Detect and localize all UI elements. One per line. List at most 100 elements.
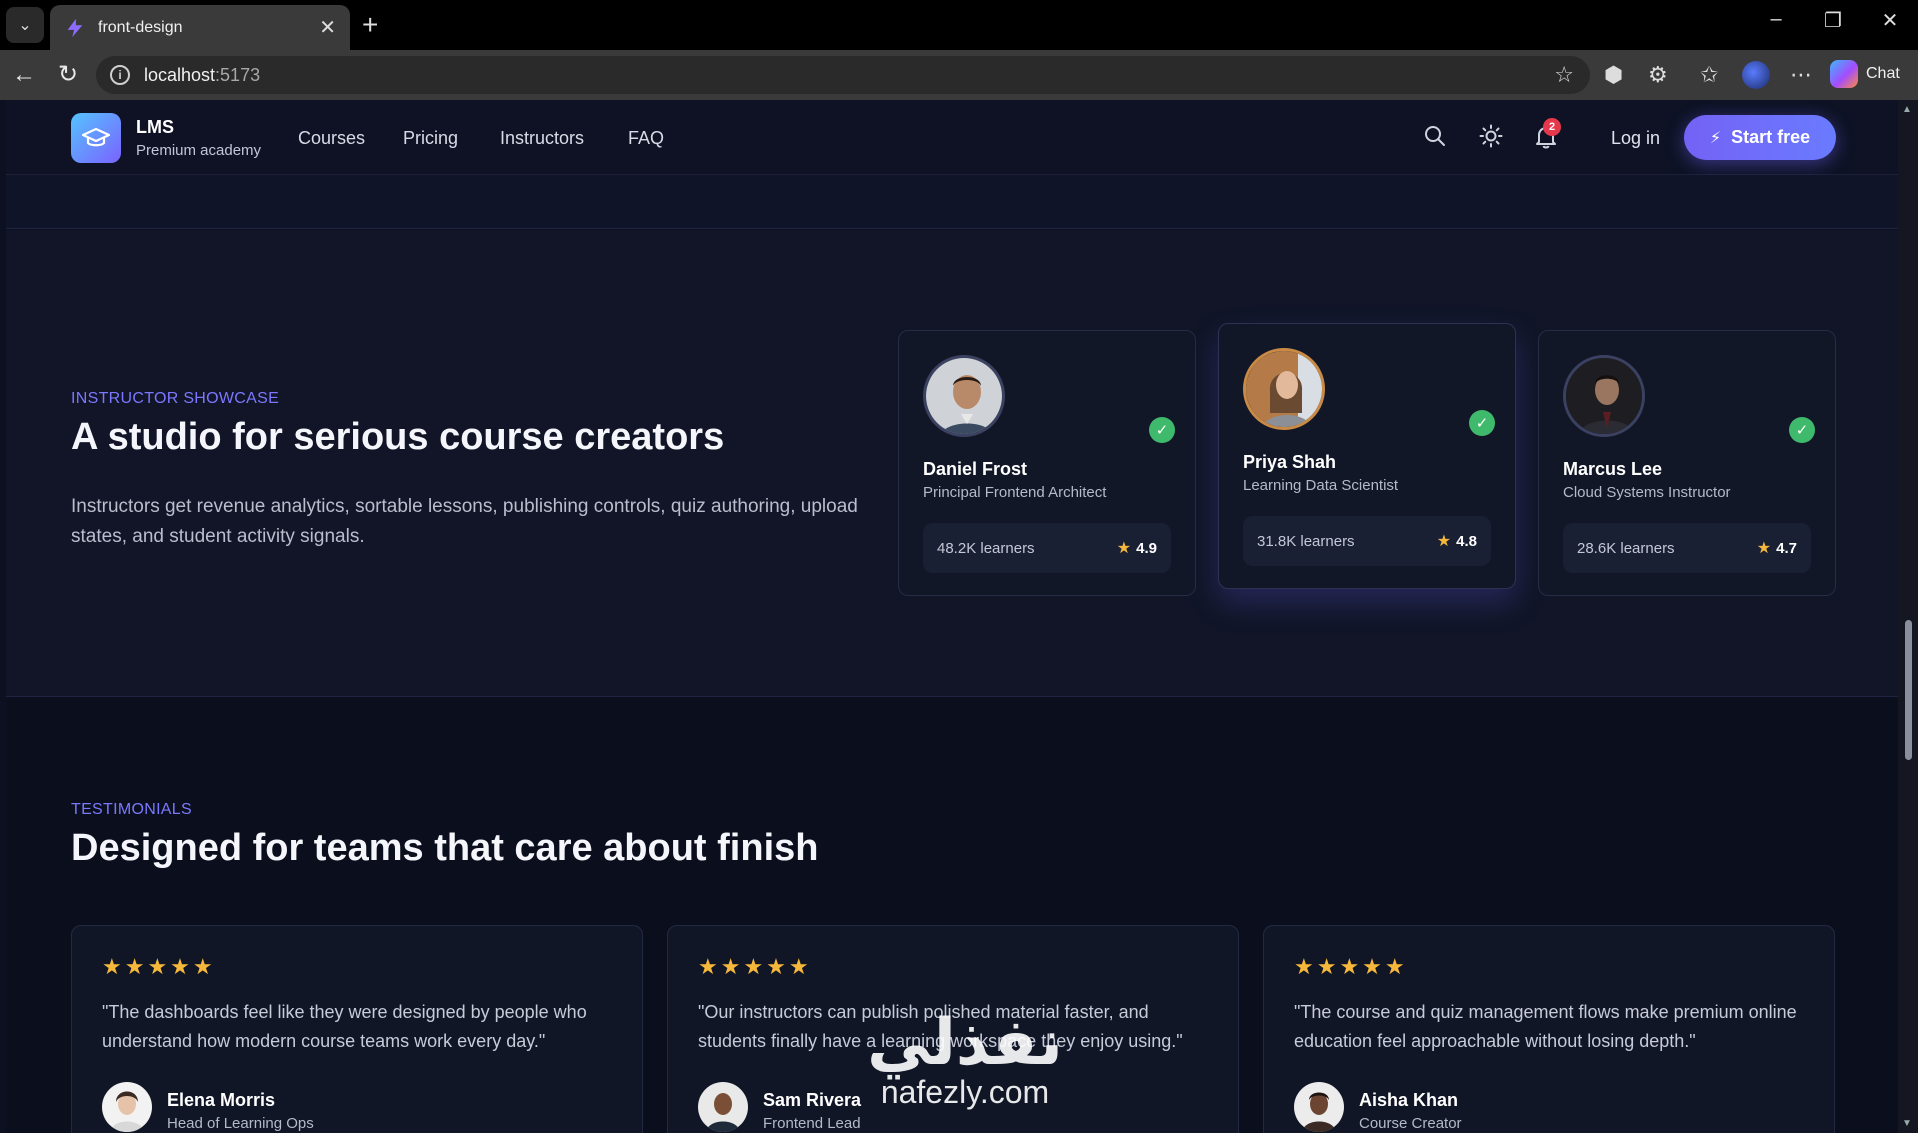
watermark-arabic: نفذلي — [867, 1006, 1063, 1078]
testimonial-card: ★★★★★ "The course and quiz management fl… — [1263, 925, 1835, 1133]
close-window-icon[interactable]: ✕ — [1870, 8, 1910, 33]
avatar — [1294, 1082, 1344, 1132]
avatar — [923, 355, 1005, 437]
more-options-icon[interactable]: ⋯ — [1790, 62, 1812, 88]
graduation-cap-icon[interactable] — [71, 113, 121, 163]
section-eyebrow: INSTRUCTOR SHOWCASE — [71, 390, 280, 407]
section-description: Instructors get revenue analytics, sorta… — [71, 496, 858, 547]
instructor-role: Cloud Systems Instructor — [1563, 484, 1731, 501]
page-viewport: LMS Premium academy Courses Pricing Inst… — [0, 100, 1898, 1133]
url-port: :5173 — [215, 64, 261, 85]
star-rating-icon: ★★★★★ — [698, 954, 812, 979]
star-rating-icon: ★★★★★ — [102, 954, 216, 979]
url-host: localhost — [144, 64, 216, 85]
nav-courses[interactable]: Courses — [298, 128, 365, 149]
instructor-name: Priya Shah — [1243, 452, 1337, 472]
instructor-card[interactable]: ✓ Daniel Frost Principal Frontend Archit… — [898, 330, 1196, 596]
favorites-icon[interactable]: ✩ — [1700, 62, 1718, 88]
instructor-stats: 28.6K learners ★ 4.7 — [1563, 523, 1811, 573]
reload-icon[interactable]: ↻ — [58, 62, 78, 88]
testimonial-quote: "The dashboards feel like they were desi… — [102, 1002, 587, 1051]
instructor-stats: 31.8K learners ★ 4.8 — [1243, 516, 1491, 566]
watermark-logo: نفذلي nafezly.com — [850, 1010, 1080, 1111]
testimonial-role: Course Creator — [1359, 1115, 1462, 1132]
instructor-showcase-section: INSTRUCTOR SHOWCASE A studio for serious… — [6, 230, 1898, 697]
verified-check-icon: ✓ — [1789, 417, 1815, 443]
login-link[interactable]: Log in — [1611, 128, 1660, 149]
learner-count: 48.2K learners — [937, 539, 1035, 557]
copilot-shield-icon[interactable]: ⬢ — [1604, 62, 1623, 88]
avatar — [1563, 355, 1645, 437]
start-free-button[interactable]: ⚡︎ Start free — [1684, 115, 1836, 160]
profile-avatar[interactable] — [1742, 61, 1770, 89]
chevron-down-icon: ⌄ — [18, 17, 32, 34]
scroll-up-arrow-icon[interactable]: ▲ — [1902, 104, 1912, 115]
extensions-icon[interactable]: ⚙ — [1648, 62, 1668, 88]
site-header: LMS Premium academy Courses Pricing Inst… — [6, 100, 1898, 175]
testimonial-name: Aisha Khan — [1359, 1090, 1459, 1110]
close-tab-icon[interactable]: ✕ — [319, 15, 336, 40]
scroll-down-arrow-icon[interactable]: ▼ — [1902, 1118, 1912, 1129]
nav-faq[interactable]: FAQ — [628, 128, 664, 149]
theme-sun-icon[interactable] — [1479, 124, 1503, 148]
instructor-name: Daniel Frost — [923, 459, 1028, 479]
testimonial-role: Head of Learning Ops — [167, 1115, 314, 1132]
minimize-icon[interactable]: – — [1756, 8, 1796, 31]
tab-title: front-design — [98, 18, 183, 36]
nav-pricing[interactable]: Pricing — [403, 128, 458, 149]
search-icon[interactable] — [1423, 124, 1447, 148]
section-divider-strip — [6, 175, 1898, 229]
instructor-card[interactable]: ✓ Priya Shah Learning Data Scientist 31.… — [1218, 323, 1516, 589]
start-free-label: Start free — [1731, 127, 1811, 147]
avatar — [698, 1082, 748, 1132]
chat-label: Chat — [1866, 65, 1900, 82]
notification-badge: 2 — [1543, 118, 1561, 136]
rating-value: 4.9 — [1136, 539, 1157, 557]
instructor-card[interactable]: ✓ Marcus Lee Cloud Systems Instructor 28… — [1538, 330, 1836, 596]
tab-list-button[interactable]: ⌄ — [6, 7, 44, 43]
instructor-role: Learning Data Scientist — [1243, 477, 1399, 494]
testimonial-role: Frontend Lead — [763, 1115, 861, 1132]
browser-tab-bar: ⌄ front-design ✕ + – ❐ ✕ — [0, 0, 1918, 50]
learner-count: 28.6K learners — [1577, 539, 1675, 557]
favorite-star-icon[interactable]: ☆ — [1554, 62, 1574, 88]
avatar — [102, 1082, 152, 1132]
url-field[interactable]: i localhost:5173 ☆ — [96, 56, 1590, 94]
page-scrollbar[interactable]: ▲ ▼ — [1898, 100, 1918, 1133]
instructor-role: Principal Frontend Architect — [923, 484, 1107, 501]
avatar — [1243, 348, 1325, 430]
star-icon: ★ — [1116, 540, 1132, 557]
brand-name[interactable]: LMS — [136, 117, 174, 138]
rating-value: 4.7 — [1776, 539, 1797, 557]
verified-check-icon: ✓ — [1469, 410, 1495, 436]
watermark-latin: nafezly.com — [880, 1074, 1050, 1110]
star-rating-icon: ★★★★★ — [1294, 954, 1408, 979]
instructor-stats: 48.2K learners ★ 4.9 — [923, 523, 1171, 573]
section-title: Designed for teams that care about finis… — [71, 827, 819, 869]
testimonial-quote: "The course and quiz management flows ma… — [1294, 1002, 1797, 1051]
star-icon: ★ — [1436, 533, 1452, 550]
chat-button[interactable]: Chat — [1830, 60, 1900, 88]
section-eyebrow: TESTIMONIALS — [71, 801, 192, 818]
testimonial-card: ★★★★★ "The dashboards feel like they wer… — [71, 925, 643, 1133]
new-tab-button[interactable]: + — [362, 10, 378, 40]
lightning-icon: ⚡︎ — [1709, 129, 1722, 147]
scrollbar-thumb[interactable] — [1905, 620, 1912, 760]
site-info-icon[interactable]: i — [110, 65, 130, 85]
rating-value: 4.8 — [1456, 532, 1477, 550]
brand-subtitle: Premium academy — [136, 142, 262, 159]
copilot-logo-icon — [1830, 60, 1858, 88]
star-icon: ★ — [1756, 540, 1772, 557]
verified-check-icon: ✓ — [1149, 417, 1175, 443]
nav-instructors[interactable]: Instructors — [500, 128, 584, 149]
learner-count: 31.8K learners — [1257, 532, 1355, 550]
back-arrow-icon[interactable]: ← — [12, 62, 36, 88]
testimonial-name: Sam Rivera — [763, 1090, 862, 1110]
browser-tab-active[interactable]: front-design ✕ — [50, 5, 350, 50]
vite-favicon-icon — [67, 18, 83, 37]
browser-address-bar: ← ↻ i localhost:5173 ☆ ⬢ ⚙ ✩ ⋯ Chat — [0, 50, 1918, 100]
instructor-name: Marcus Lee — [1563, 459, 1663, 479]
section-title: A studio for serious course creators — [71, 416, 725, 458]
restore-icon[interactable]: ❐ — [1813, 8, 1853, 33]
testimonial-name: Elena Morris — [167, 1090, 276, 1110]
